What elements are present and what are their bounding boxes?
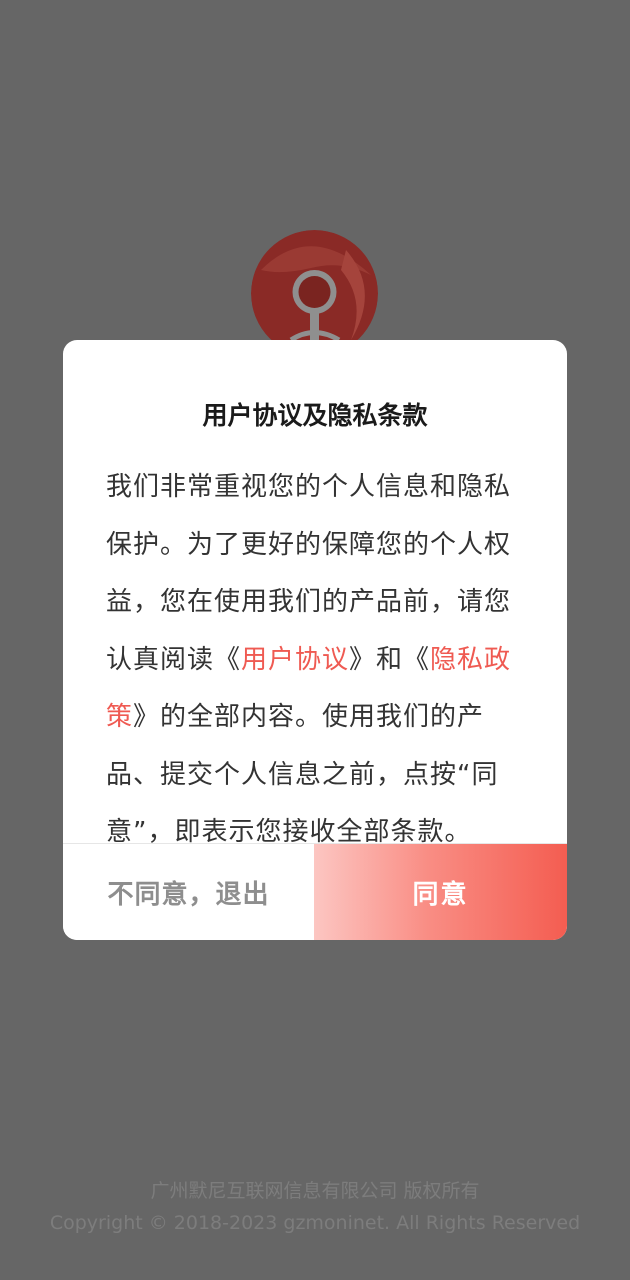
dialog-body-text: 我们非常重视您的个人信息和隐私保护。为了更好的保障您的个人权益，您在使用我们的产… — [106, 459, 530, 845]
copyright-notice: Copyright © 2018-2023 gzmoninet. All Rig… — [49, 1212, 581, 1234]
decline-exit-button[interactable]: 不同意，退出 — [63, 844, 314, 940]
agree-button[interactable]: 同意 — [314, 844, 567, 940]
body-text-part-3: 》的全部内容。使用我们的产品、提交个人信息之前，点按“同意”，即表示您接收全部条… — [106, 702, 499, 845]
dialog-actions: 不同意，退出 同意 — [63, 843, 567, 940]
body-text-part-2: 》和《 — [349, 644, 431, 675]
privacy-dialog: 用户协议及隐私条款 我们非常重视您的个人信息和隐私保护。为了更好的保障您的个人权… — [63, 340, 567, 940]
dialog-title: 用户协议及隐私条款 — [202, 401, 428, 430]
app-logo-icon — [251, 230, 378, 357]
company-copyright: 广州默尼互联网信息有限公司 版权所有 — [150, 1180, 480, 1202]
user-agreement-link[interactable]: 用户协议 — [241, 645, 349, 675]
